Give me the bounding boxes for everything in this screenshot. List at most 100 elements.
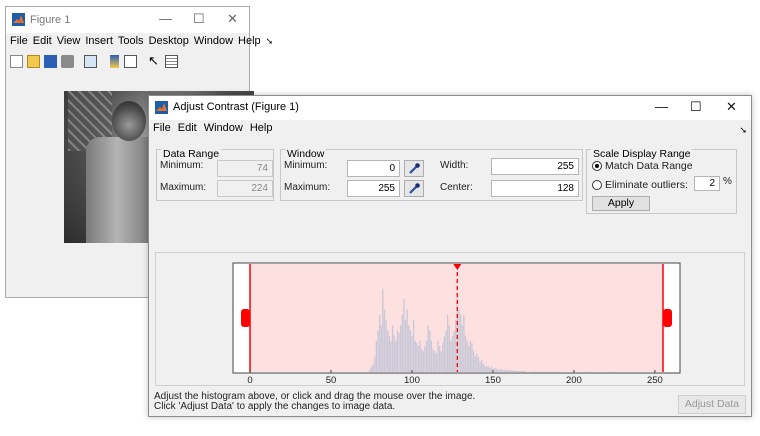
histogram-bar <box>476 353 478 372</box>
window-min-field[interactable]: 0 <box>347 160 400 177</box>
histogram-bar <box>424 346 426 372</box>
histogram-bar <box>518 370 520 372</box>
matlab-logo-icon <box>155 101 168 114</box>
save-icon[interactable] <box>44 55 57 68</box>
menu-window[interactable]: Window <box>204 122 243 134</box>
histogram-bar <box>489 367 491 372</box>
histogram-bar <box>515 370 517 372</box>
menu-help[interactable]: Help <box>250 122 273 134</box>
property-inspector-icon[interactable] <box>165 55 178 68</box>
print-icon[interactable] <box>61 55 74 68</box>
eyedropper-max-button[interactable] <box>404 180 424 197</box>
eliminate-outliers-radio[interactable] <box>592 180 602 190</box>
scale-title: Scale Display Range <box>591 148 693 160</box>
dock-arrow-icon[interactable]: ➘ <box>266 36 274 46</box>
figure1-titlebar[interactable]: Figure 1 — ☐ ✕ <box>6 7 249 33</box>
histogram-bar <box>434 351 436 372</box>
pointer-icon[interactable]: ↖ <box>148 54 161 68</box>
histogram-bar <box>417 346 420 372</box>
histogram-bar <box>370 366 373 372</box>
data-min-field: 74 <box>217 160 273 177</box>
x-tick-label: 50 <box>326 375 337 385</box>
histogram-bar <box>502 369 504 372</box>
histogram-bar <box>495 368 497 372</box>
eyedropper-icon <box>409 183 420 194</box>
data-max-label: Maximum: <box>160 182 207 193</box>
histogram-bar <box>419 340 421 372</box>
histogram-bar <box>505 369 507 372</box>
adjust-menubar: File Edit Window Help <box>153 122 279 134</box>
menu-edit[interactable]: Edit <box>178 122 197 134</box>
menu-view[interactable]: View <box>57 35 81 47</box>
histogram-chart[interactable]: 0 50 100 150 200 250 <box>156 253 744 385</box>
histogram-bar <box>516 370 518 372</box>
histogram-bar <box>519 370 522 372</box>
center-field[interactable]: 128 <box>491 180 579 197</box>
eliminate-outliers-label[interactable]: Eliminate outliers: <box>605 179 688 191</box>
percent-sign: % <box>723 176 732 187</box>
histogram-bar <box>532 371 535 372</box>
window-title: Window <box>285 148 327 160</box>
menu-edit[interactable]: Edit <box>33 35 52 47</box>
histogram-bar <box>508 370 510 372</box>
max-handle-icon <box>663 309 672 327</box>
histogram-bar <box>422 351 424 372</box>
menu-help[interactable]: Help <box>238 35 261 47</box>
histogram-bar <box>466 340 468 372</box>
minimize-icon[interactable]: — <box>655 99 668 114</box>
histogram-bar <box>458 309 460 372</box>
dock-arrow-icon[interactable]: ➘ <box>739 125 747 136</box>
histogram-bar <box>506 369 509 372</box>
close-icon[interactable]: ✕ <box>726 99 737 115</box>
histogram-bar <box>395 340 397 372</box>
matlab-logo-icon <box>12 13 25 26</box>
close-icon[interactable]: ✕ <box>227 11 238 27</box>
colorbar-icon[interactable] <box>110 55 119 68</box>
histogram-bar <box>430 340 433 372</box>
adjust-data-button[interactable]: Adjust Data <box>678 395 746 414</box>
match-data-range-radio[interactable] <box>592 161 602 171</box>
histogram-bar <box>513 370 515 372</box>
width-field[interactable]: 255 <box>491 158 579 175</box>
x-tick-label: 250 <box>647 375 663 385</box>
histogram-bar <box>510 369 512 372</box>
x-tick-label: 100 <box>404 375 420 385</box>
center-label: Center: <box>440 182 473 193</box>
histogram-bar <box>445 330 447 372</box>
menu-file[interactable]: File <box>153 122 171 134</box>
histogram-bar <box>523 370 525 372</box>
menu-file[interactable]: File <box>10 35 28 47</box>
histogram-bar <box>493 367 496 372</box>
maximize-icon[interactable]: ☐ <box>193 11 205 27</box>
figure1-title: Figure 1 <box>30 14 71 26</box>
hint-line-2: Click 'Adjust Data' to apply the changes… <box>154 401 396 412</box>
menu-desktop[interactable]: Desktop <box>149 35 189 47</box>
histogram-bar <box>459 314 462 372</box>
histogram-bar <box>487 365 489 372</box>
histogram-bar <box>372 363 374 372</box>
histogram-bar <box>463 314 465 372</box>
menu-insert[interactable]: Insert <box>85 35 113 47</box>
histogram-bar <box>400 325 402 372</box>
eyedropper-min-button[interactable] <box>404 160 424 177</box>
apply-button[interactable]: Apply <box>592 196 650 211</box>
menu-window[interactable]: Window <box>194 35 233 47</box>
minimize-icon[interactable]: — <box>159 11 172 26</box>
open-folder-icon[interactable] <box>27 55 40 68</box>
adjust-contrast-titlebar[interactable]: Adjust Contrast (Figure 1) — ☐ ✕ <box>149 96 751 120</box>
histogram-bar <box>427 325 429 372</box>
histogram-bar <box>375 340 378 372</box>
link-plot-icon[interactable] <box>84 55 97 68</box>
histogram-bar <box>524 370 527 372</box>
histogram-bar <box>446 314 449 372</box>
legend-icon[interactable] <box>124 55 137 68</box>
new-file-icon[interactable] <box>10 55 23 68</box>
histogram-bar <box>387 330 389 372</box>
outliers-percent-field[interactable]: 2 <box>694 176 720 191</box>
data-max-field: 224 <box>217 180 273 197</box>
histogram-bar <box>461 325 463 372</box>
match-data-range-label[interactable]: Match Data Range <box>605 160 693 172</box>
window-max-field[interactable]: 255 <box>347 180 400 197</box>
maximize-icon[interactable]: ☐ <box>690 99 702 115</box>
menu-tools[interactable]: Tools <box>118 35 144 47</box>
